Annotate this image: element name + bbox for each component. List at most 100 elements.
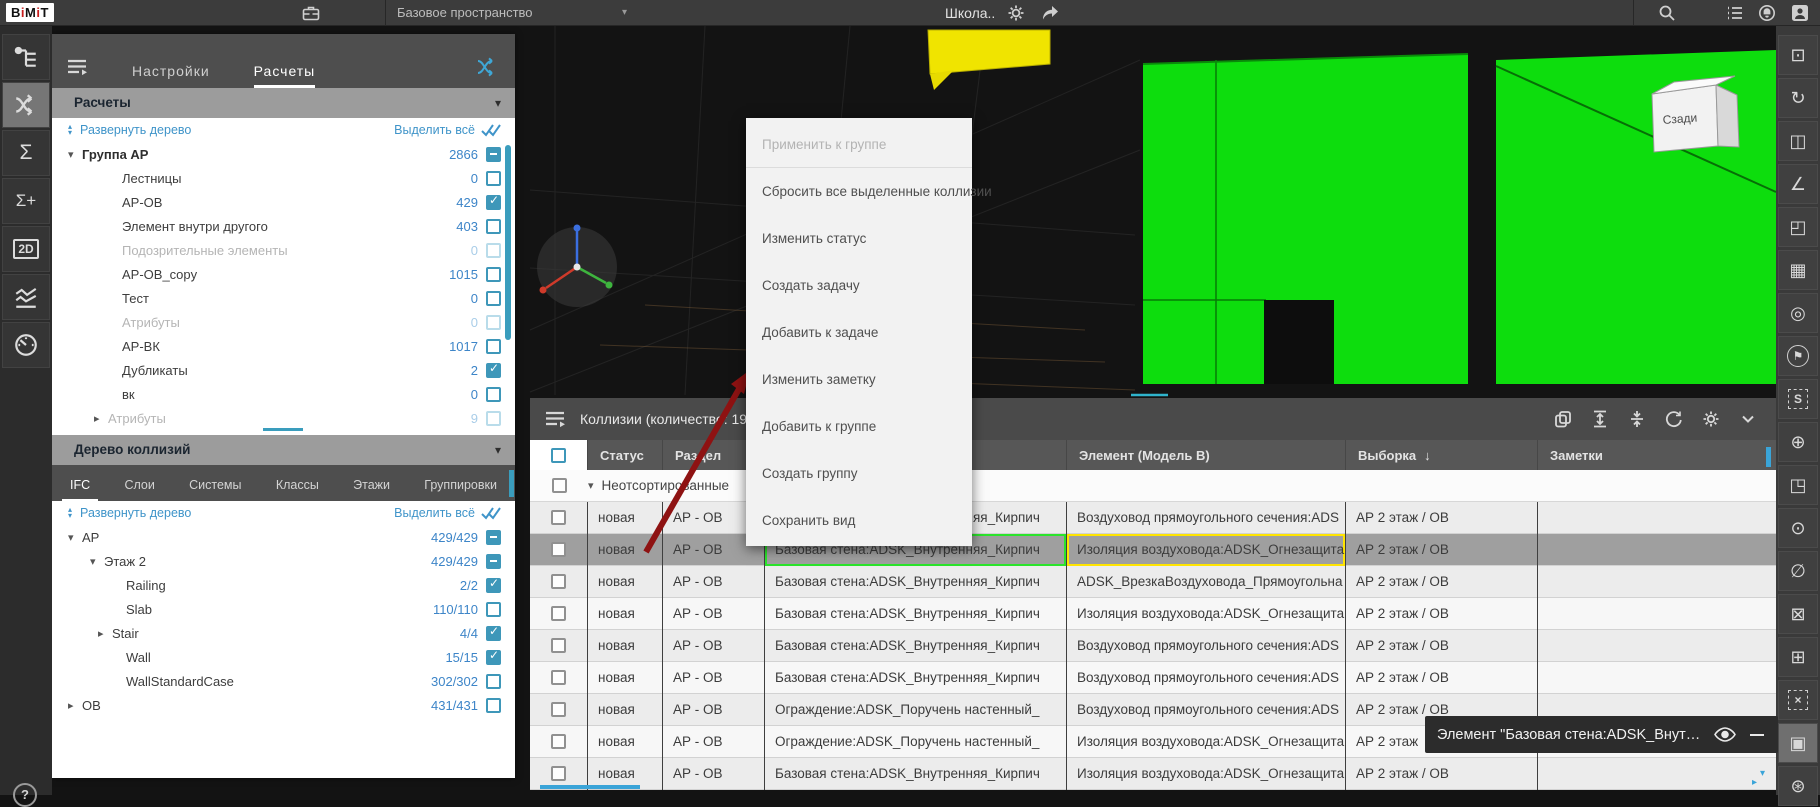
section-collapse-caret-icon[interactable]: ▾ <box>495 88 501 118</box>
refresh-table-icon[interactable] <box>1664 409 1684 429</box>
help-button[interactable]: ? <box>13 783 37 807</box>
tree-checkbox[interactable] <box>486 411 501 426</box>
tree-row[interactable]: Slab 110/110 <box>52 597 515 621</box>
element-b-cell[interactable]: ADSK_ВрезкаВоздуховода_Прямоугольна <box>1067 566 1346 598</box>
element-b-cell[interactable]: Изоляция воздуховода:ADSK_Огнезащита <box>1067 534 1346 566</box>
context-menu-item[interactable]: Изменить статус <box>746 215 972 262</box>
calculations-tool[interactable]: Σ <box>2 130 50 176</box>
app-logo[interactable]: BiMiT <box>6 3 54 22</box>
expand-collapse-icon[interactable] <box>68 507 72 519</box>
element-b-cell[interactable]: Воздуховод прямоугольного сечения:ADS <box>1067 662 1346 694</box>
context-menu-item[interactable]: Добавить к задаче <box>746 309 972 356</box>
focus-element-icon[interactable]: ⊙ <box>1778 508 1818 548</box>
clip-box-icon[interactable]: ⊠ <box>1778 594 1818 634</box>
clash-shuffle-icon[interactable] <box>475 56 501 78</box>
select-all-checkbox[interactable] <box>551 448 566 463</box>
expand-rows-icon[interactable] <box>1590 409 1610 429</box>
hide-elements-icon[interactable]: ∅ <box>1778 551 1818 591</box>
section-box-icon[interactable]: ◰ <box>1778 207 1818 247</box>
tree-row[interactable]: Тест 0 <box>52 286 515 310</box>
tree-checkbox[interactable] <box>486 219 501 234</box>
element-a-cell[interactable]: Базовая стена:ADSK_Внутренняя_Кирпич <box>765 598 1067 630</box>
tree-caret-icon[interactable]: ▸ <box>94 412 108 425</box>
note-cell[interactable] <box>1538 534 1776 566</box>
context-menu-item[interactable]: Применить к группе <box>746 121 972 168</box>
row-checkbox[interactable] <box>551 638 566 653</box>
tree-checkbox[interactable] <box>486 626 501 641</box>
collision-tree-scrollbar[interactable] <box>509 470 514 497</box>
tree-checkbox[interactable] <box>486 339 501 354</box>
row-checkbox[interactable] <box>551 766 566 781</box>
charts-tool[interactable] <box>2 274 50 320</box>
element-a-cell[interactable]: Ограждение:ADSK_Поручень настенный_ <box>765 694 1067 726</box>
calculations-section-header[interactable]: Расчеты ▾ <box>52 88 515 118</box>
element-b-cell[interactable]: Воздуховод прямоугольного сечения:ADS <box>1067 502 1346 534</box>
flag-marker-icon[interactable]: ⚑ <box>1778 336 1818 376</box>
context-menu-item[interactable]: Добавить к группе <box>746 403 972 450</box>
2d-view-tool[interactable]: 2D <box>2 226 50 272</box>
table-scrollbar[interactable] <box>1766 447 1771 467</box>
context-menu-item[interactable]: Создать группу <box>746 450 972 497</box>
note-cell[interactable] <box>1538 502 1776 534</box>
tree-row[interactable]: ▸ ОВ 431/431 <box>52 693 515 717</box>
orbit-3d-icon[interactable]: ⊛ <box>1778 766 1818 806</box>
tree-checkbox[interactable] <box>486 530 501 545</box>
model-tree-tool[interactable] <box>2 34 50 80</box>
collision-row[interactable]: новая АР - ОВ Базовая стена:ADSK_Внутрен… <box>530 758 1776 790</box>
tree-checkbox[interactable] <box>486 554 501 569</box>
tree-caret-icon[interactable]: ▾ <box>68 531 82 544</box>
tree-row[interactable]: Подозрительные элементы 0 <box>52 238 515 262</box>
row-checkbox[interactable] <box>551 542 566 557</box>
tree-checkbox[interactable] <box>486 363 501 378</box>
note-cell[interactable] <box>1538 630 1776 662</box>
search-icon[interactable] <box>1657 3 1677 23</box>
context-menu-item[interactable]: Сбросить все выделенные коллизии <box>746 168 972 215</box>
tree-row[interactable]: Атрибуты 0 <box>52 310 515 334</box>
select-all-link[interactable]: Выделить всё <box>394 506 475 520</box>
expand-collapse-icon[interactable] <box>68 124 72 136</box>
tree-row[interactable]: ▸ Атрибуты 9 <box>52 406 515 430</box>
show-all-icon[interactable]: ⊞ <box>1778 637 1818 677</box>
tree-checkbox[interactable] <box>486 291 501 306</box>
collision-row[interactable]: новая АР - ОВ Базовая стена:ADSK_Внутрен… <box>530 630 1776 662</box>
row-checkbox[interactable] <box>551 734 566 749</box>
group-row[interactable]: ▾ Неотсортированные <box>530 470 1776 502</box>
axis-gizmo[interactable] <box>537 225 617 308</box>
collision-row[interactable]: новая АР - ОВ Базовая стена:ADSK_Внутрен… <box>530 566 1776 598</box>
collision-row[interactable]: новая АР - ОВ Базовая стена:ADSK_Внутрен… <box>530 662 1776 694</box>
row-checkbox[interactable] <box>551 606 566 621</box>
tree-row[interactable]: вк 0 <box>52 382 515 406</box>
add-selection-icon[interactable]: ⊕ <box>1778 422 1818 462</box>
tree-checkbox[interactable] <box>486 674 501 689</box>
element-b-cell[interactable]: Изоляция воздуховода:ADSK_Огнезащита <box>1067 598 1346 630</box>
tree-checkbox[interactable] <box>486 650 501 665</box>
context-menu-item[interactable]: Создать задачу <box>746 262 972 309</box>
view-cube-icon[interactable]: ▣ <box>1778 723 1818 763</box>
element-a-cell[interactable]: Базовая стена:ADSK_Внутренняя_Кирпич <box>765 566 1067 598</box>
collapse-rows-icon[interactable] <box>1627 409 1647 429</box>
briefcase-icon[interactable] <box>301 3 321 23</box>
tree-row[interactable]: ▾ Группа АР 2866 <box>52 142 515 166</box>
tab-calculations[interactable]: Расчеты <box>254 63 316 88</box>
add-calculation-tool[interactable]: Σ+ <box>2 178 50 224</box>
tree-checkbox[interactable] <box>486 195 501 210</box>
scroll-down-caret-icon[interactable]: ▾ <box>1760 768 1765 779</box>
tree-checkbox[interactable] <box>486 315 501 330</box>
collision-row[interactable]: новая АР - ОВ Базовая стена:ADSK_Внутрен… <box>530 598 1776 630</box>
collision-row[interactable]: новая АР - ОВ Базовая стена:ADSK_Внутрен… <box>530 534 1776 566</box>
section-collapse-caret-icon[interactable]: ▾ <box>495 435 501 465</box>
collision-tree-tab[interactable]: Этажи <box>345 478 398 501</box>
tree-caret-icon[interactable]: ▾ <box>68 148 82 161</box>
element-a-cell[interactable]: Базовая стена:ADSK_Внутренняя_Кирпич <box>765 630 1067 662</box>
clash-detection-tool[interactable] <box>2 82 50 128</box>
element-b-cell[interactable]: Изоляция воздуховода:ADSK_Огнезащита <box>1067 758 1346 790</box>
context-menu-item[interactable]: Сохранить вид <box>746 497 972 544</box>
row-checkbox[interactable] <box>551 510 566 525</box>
group-caret-icon[interactable]: ▾ <box>588 479 594 492</box>
scroll-right-caret-icon[interactable]: ▸ <box>1752 777 1757 788</box>
project-title[interactable]: Школа.. <box>945 0 995 26</box>
workspace-selector[interactable]: Базовое пространство <box>397 0 533 26</box>
expand-tree-link[interactable]: Развернуть дерево <box>80 506 191 520</box>
tree-checkbox[interactable] <box>486 243 501 258</box>
collapse-panel-chevron-icon[interactable] <box>1738 409 1758 429</box>
